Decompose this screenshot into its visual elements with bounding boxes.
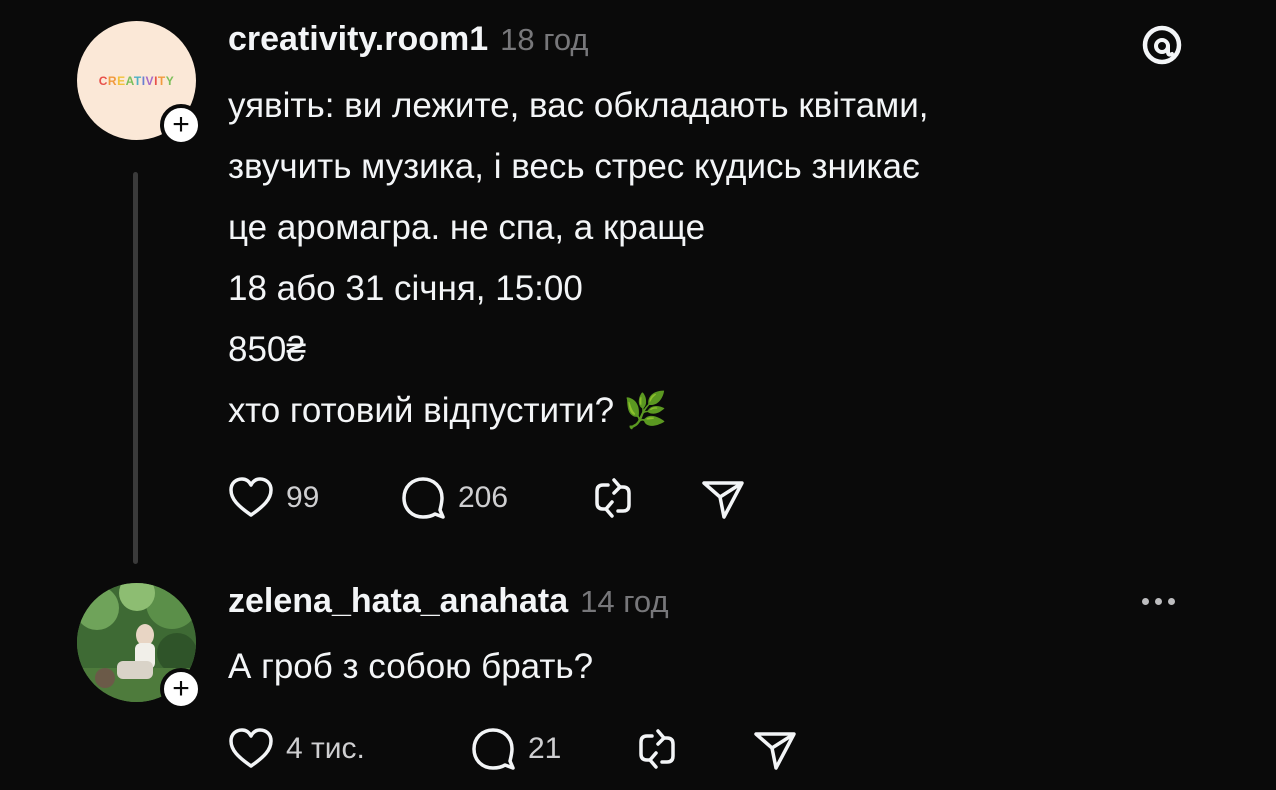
comment-icon — [472, 728, 515, 770]
reply-button[interactable]: 206 — [398, 473, 588, 523]
post-time: 18 год — [500, 22, 589, 57]
heart-icon — [229, 728, 273, 768]
threads-logo-icon[interactable] — [1139, 22, 1185, 68]
post-line: хто готовий відпустити? 🌿 — [228, 391, 668, 430]
post-username[interactable]: creativity.room1 — [228, 20, 488, 59]
more-icon[interactable] — [1142, 598, 1175, 605]
reply-actions: 4 тис. 21 — [226, 724, 800, 774]
avatar-brand-text: CREATIVITY — [98, 73, 175, 88]
post-body: уявіть: ви лежите, вас обкладають квітам… — [228, 75, 1178, 441]
post-line: це аромагра. не спа, а краще — [228, 208, 706, 247]
post-actions: 99 206 — [226, 473, 748, 523]
repost-button[interactable] — [632, 724, 750, 774]
like-button[interactable]: 99 — [226, 473, 398, 523]
heart-icon — [229, 477, 273, 517]
repost-icon — [595, 478, 631, 518]
reply-count: 206 — [458, 481, 509, 514]
post-line: 850₴ — [228, 330, 306, 369]
thread-line — [133, 172, 138, 564]
share-button[interactable] — [698, 473, 748, 523]
share-icon — [754, 732, 796, 770]
post-header: creativity.room1 18 год — [228, 20, 589, 59]
comment-icon — [402, 477, 445, 519]
post-line: звучить музика, і весь стрес кудись зник… — [228, 147, 920, 186]
repost-button[interactable] — [588, 473, 698, 523]
like-button[interactable]: 4 тис. — [226, 724, 468, 774]
share-icon — [702, 481, 744, 519]
reply-time: 14 год — [580, 584, 669, 619]
follow-plus-icon[interactable]: + — [160, 668, 202, 710]
follow-plus-icon[interactable]: + — [160, 104, 202, 146]
reply-text: А гроб з собою брать? — [228, 647, 594, 686]
post-line: уявіть: ви лежите, вас обкладають квітам… — [228, 86, 929, 125]
reply-username[interactable]: zelena_hata_anahata — [228, 582, 568, 621]
like-count: 4 тис. — [286, 732, 365, 765]
repost-icon — [639, 729, 675, 769]
share-button[interactable] — [750, 724, 800, 774]
reply-button[interactable]: 21 — [468, 724, 632, 774]
reply-count: 21 — [528, 732, 562, 765]
reply-header: zelena_hata_anahata 14 год — [228, 582, 669, 621]
post-line: 18 або 31 січня, 15:00 — [228, 269, 583, 308]
like-count: 99 — [286, 481, 320, 514]
